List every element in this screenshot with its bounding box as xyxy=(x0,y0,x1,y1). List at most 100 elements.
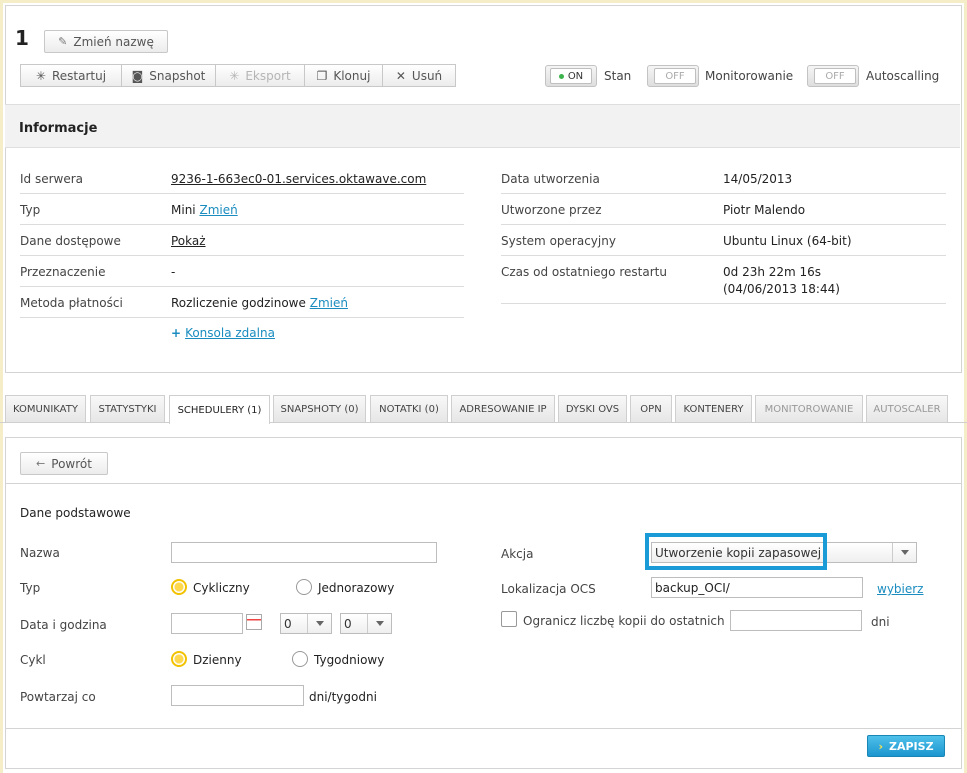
server-id-link[interactable]: 9236-1-663ec0-01.services.oktawave.com xyxy=(171,172,426,186)
monitoring-label: Monitorowanie xyxy=(705,69,794,83)
autoscaling-toggle-value: OFF xyxy=(825,70,845,82)
state-toggle-knob: ON xyxy=(550,68,592,84)
limit-input[interactable] xyxy=(730,610,862,631)
back-label: Powrót xyxy=(51,456,92,471)
back-button[interactable]: ← Powrót xyxy=(20,452,108,475)
info-value: 0d 23h 22m 16s xyxy=(723,265,822,279)
state-toggle[interactable]: ON xyxy=(545,65,597,87)
minute-select[interactable]: 0 xyxy=(340,613,392,634)
limit-checkbox[interactable] xyxy=(501,611,517,627)
server-toolbar: ✳ Restartuj ◙ Snapshot ✳ Eksport ❐ Klonu… xyxy=(20,64,456,87)
repeat-input[interactable] xyxy=(171,685,304,706)
datetime-label: Data i godzina xyxy=(20,618,107,632)
cycle-weekly-label: Tygodniowy xyxy=(314,653,385,667)
info-value: 14/05/2013 xyxy=(723,172,793,186)
rename-label: Zmień nazwę xyxy=(73,34,154,49)
restart-label: Restartuj xyxy=(51,68,107,83)
info-key: System operacyjny xyxy=(501,234,616,248)
info-row-created: Data utworzenia 14/05/2013 xyxy=(501,163,946,194)
spinner-icon: ✳ xyxy=(229,68,240,83)
limit-label: Ogranicz liczbę kopii do ostatnich xyxy=(523,614,725,628)
tab-schedulery[interactable]: SCHEDULERY (1) xyxy=(169,395,270,424)
info-row-uptime: Czas od ostatniego restartu 0d 23h 22m 1… xyxy=(501,256,946,304)
show-access-link[interactable]: Pokaż xyxy=(171,234,206,248)
monitoring-toggle-value: OFF xyxy=(665,70,685,82)
export-label: Eksport xyxy=(245,68,291,83)
plus-icon: + xyxy=(171,326,182,340)
divider xyxy=(5,483,962,484)
clone-label: Klonuj xyxy=(333,68,371,83)
cycle-weekly-radio[interactable] xyxy=(292,651,308,667)
export-button[interactable]: ✳ Eksport xyxy=(215,64,304,87)
on-indicator-icon xyxy=(558,73,564,79)
info-row-created-by: Utworzone przez Piotr Malendo xyxy=(501,194,946,225)
info-header: Informacje xyxy=(5,104,960,148)
remote-console-link[interactable]: + Konsola zdalna xyxy=(171,326,275,340)
repeat-label: Powtarzaj co xyxy=(20,690,96,704)
info-value: - xyxy=(171,265,176,279)
autoscaling-toggle[interactable]: OFF xyxy=(807,65,859,87)
close-icon: ✕ xyxy=(395,68,406,83)
hour-select[interactable]: 0 xyxy=(280,613,332,634)
rename-button[interactable]: ✎ Zmień nazwę xyxy=(44,30,168,53)
info-row-access: Dane dostępowe Pokaż xyxy=(20,225,464,256)
calendar-icon[interactable] xyxy=(246,614,262,630)
divider xyxy=(5,728,962,729)
chevron-down-icon xyxy=(307,614,331,633)
cycle-daily-label: Dzienny xyxy=(193,653,242,667)
snapshot-button[interactable]: ◙ Snapshot xyxy=(121,64,215,87)
cycle-daily-radio[interactable] xyxy=(171,651,187,667)
info-key: Przeznaczenie xyxy=(20,265,106,279)
restart-button[interactable]: ✳ Restartuj xyxy=(20,64,121,87)
ocs-input[interactable]: backup_OCI/ xyxy=(651,577,863,598)
name-input[interactable] xyxy=(171,542,437,563)
tab-bar: KOMUNIKATY STATYSTYKI SCHEDULERY (1) SNA… xyxy=(0,395,967,424)
monitoring-toggle[interactable]: OFF xyxy=(647,65,699,87)
tab-komunikaty[interactable]: KOMUNIKATY xyxy=(5,395,86,422)
tab-notatki[interactable]: NOTATKI (0) xyxy=(370,395,448,422)
info-title: Informacje xyxy=(19,121,98,136)
tab-kontenery[interactable]: KONTENERY xyxy=(675,395,752,422)
tab-monitorowanie[interactable]: MONITOROWANIE xyxy=(755,395,863,422)
action-label: Akcja xyxy=(501,547,534,561)
info-row-purpose: Przeznaczenie - xyxy=(20,256,464,287)
info-value-date: (04/06/2013 18:44) xyxy=(723,282,840,296)
tab-autoscaler[interactable]: AUTOSCALER xyxy=(866,395,948,422)
minute-value: 0 xyxy=(344,616,352,631)
autoscaling-label: Autoscalling xyxy=(866,69,940,83)
type-once-radio[interactable] xyxy=(296,579,312,595)
tab-opn[interactable]: OPN xyxy=(630,395,672,422)
choose-ocs-link[interactable]: wybierz xyxy=(877,582,923,596)
hour-value: 0 xyxy=(284,616,292,631)
info-value: Ubuntu Linux (64-bit) xyxy=(723,234,852,248)
repeat-unit: dni/tygodni xyxy=(309,690,377,704)
payment-value: Rozliczenie godzinowe xyxy=(171,296,306,310)
remote-console-label: Konsola zdalna xyxy=(185,326,275,340)
info-value: Rozliczenie godzinowe Zmień xyxy=(171,296,348,310)
chevron-down-icon xyxy=(367,614,391,633)
change-payment-link[interactable]: Zmień xyxy=(310,296,348,310)
info-value: Piotr Malendo xyxy=(723,203,806,217)
save-label: ZAPISZ xyxy=(889,739,934,753)
delete-button[interactable]: ✕ Usuń xyxy=(382,64,456,87)
autoscaling-toggle-knob: OFF xyxy=(814,68,856,84)
scheduler-panel xyxy=(5,437,962,769)
save-button[interactable]: › ZAPISZ xyxy=(867,735,945,757)
server-number: 1 xyxy=(15,26,29,50)
info-key: Dane dostępowe xyxy=(20,234,121,248)
date-input[interactable] xyxy=(171,613,243,634)
info-key: Czas od ostatniego restartu xyxy=(501,265,667,279)
info-row-type: Typ Mini Zmień xyxy=(20,194,464,225)
state-label: Stan xyxy=(604,69,632,83)
clone-button[interactable]: ❐ Klonuj xyxy=(304,64,382,87)
tab-statystyki[interactable]: STATYSTYKI xyxy=(90,395,165,422)
info-row-payment: Metoda płatności Rozliczenie godzinowe Z… xyxy=(20,287,464,318)
tab-snapshoty[interactable]: SNAPSHOTY (0) xyxy=(273,395,366,422)
copy-icon: ❐ xyxy=(316,68,328,83)
info-row-server-id: Id serwera 9236-1-663ec0-01.services.okt… xyxy=(20,163,464,194)
delete-label: Usuń xyxy=(411,68,443,83)
tab-dyski-ovs[interactable]: DYSKI OVS xyxy=(558,395,627,422)
tab-adresowanie-ip[interactable]: ADRESOWANIE IP xyxy=(451,395,555,422)
type-cyclic-radio[interactable] xyxy=(171,579,187,595)
change-type-link[interactable]: Zmień xyxy=(199,203,237,217)
